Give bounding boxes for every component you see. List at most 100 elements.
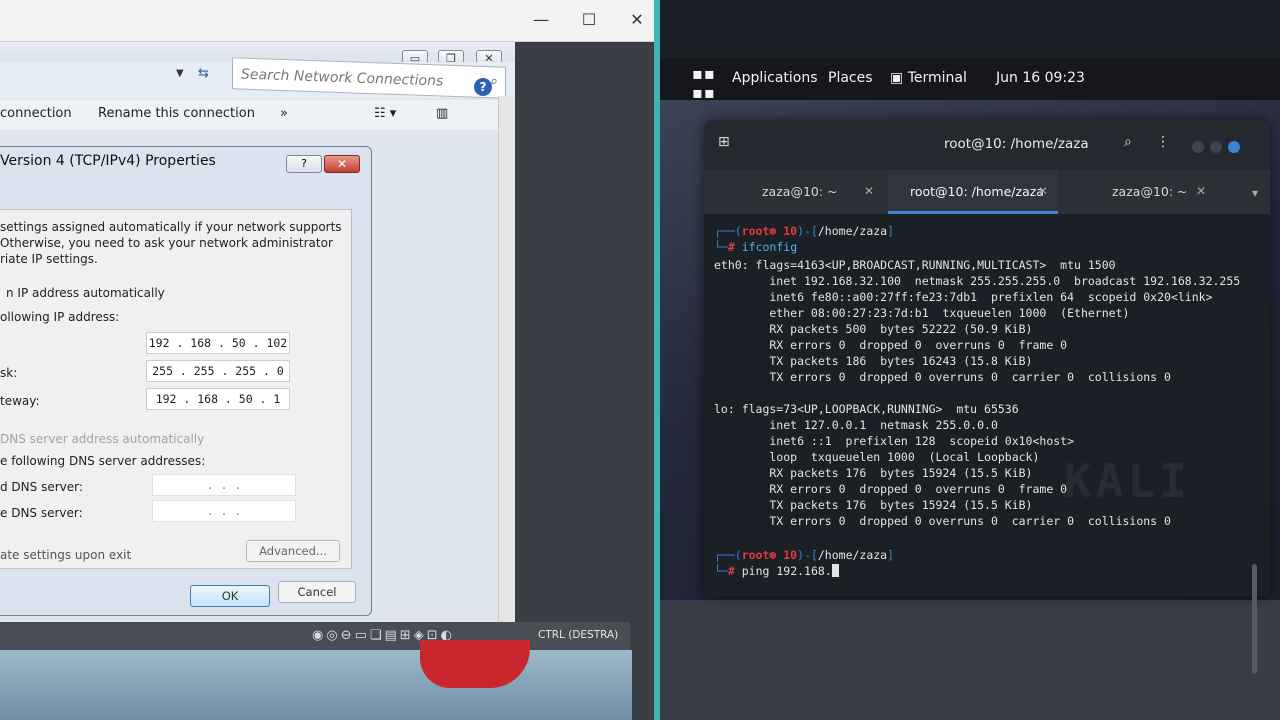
output-line: TX packets 176 bytes 15924 (15.5 KiB): [714, 498, 1033, 512]
terminal-headerbar: ⊞ root@10: /home/zaza ⌕ ⋮: [704, 120, 1270, 170]
use-following-ip-radio[interactable]: ollowing IP address:: [0, 310, 119, 324]
tab-zaza-home[interactable]: zaza@10: ~ ✕: [704, 170, 886, 214]
host-minimize-button[interactable]: —: [528, 8, 554, 32]
maximize-dot-icon[interactable]: [1210, 141, 1222, 153]
obtain-dns-automatically-radio[interactable]: DNS server address automatically: [0, 432, 204, 446]
intro-text-3: riate IP settings.: [0, 252, 98, 266]
output-line: RX packets 500 bytes 52222 (50.9 KiB): [714, 322, 1033, 336]
host-window-titlebar: — ☐ ✕: [0, 0, 660, 42]
terminal-menu[interactable]: ▣ Terminal: [890, 70, 967, 86]
intro-text-1: settings assigned automatically if your …: [0, 220, 342, 234]
close-icon[interactable]: ✕: [1038, 184, 1048, 198]
view-options-icon[interactable]: ☷ ▾: [374, 106, 396, 121]
prompt-path: /home/zaza: [817, 548, 888, 562]
command-ping: ping 192.168.: [741, 564, 832, 578]
output-line: RX packets 176 bytes 15924 (15.5 KiB): [714, 466, 1033, 480]
applications-menu[interactable]: Applications: [732, 70, 818, 86]
ok-button[interactable]: OK: [190, 585, 270, 607]
dialog-help-button[interactable]: ?: [286, 155, 322, 173]
tcp-ipv4-properties-dialog: Version 4 (TCP/IPv4) Properties ? ✕ sett…: [0, 146, 372, 616]
command-ifconfig: ifconfig: [741, 240, 798, 254]
toolbar-connection[interactable]: connection: [0, 106, 72, 121]
default-gateway-label: teway:: [0, 394, 40, 408]
apps-grid-icon[interactable]: ▪▪ ▪▪: [692, 64, 716, 102]
default-gateway-field[interactable]: 192 . 168 . 50 . 1: [146, 388, 290, 410]
advanced-button[interactable]: Advanced...: [246, 540, 340, 562]
window-controls: [1192, 138, 1262, 153]
tabs-dropdown-icon[interactable]: ▾: [1252, 186, 1258, 200]
output-line: TX packets 186 bytes 16243 (15.8 KiB): [714, 354, 1033, 368]
kali-top-panel: ▪▪ ▪▪ Applications Places ▣ Terminal Jun …: [660, 58, 1280, 102]
output-line: inet 127.0.0.1 netmask 255.0.0.0: [714, 418, 998, 432]
output-line: RX errors 0 dropped 0 overruns 0 frame 0: [714, 338, 1068, 352]
tab-zaza-home-2[interactable]: zaza@10: ~ ✕: [1062, 170, 1222, 214]
ip-address-field[interactable]: 192 . 168 . 50 . 102: [146, 332, 290, 354]
host-desktop-background: [0, 650, 632, 720]
close-dot-icon[interactable]: [1228, 141, 1240, 153]
prompt-path: /home/zaza: [817, 224, 888, 238]
preferred-dns-label: d DNS server:: [0, 480, 83, 494]
toolbar-rename-connection[interactable]: Rename this connection: [98, 106, 255, 121]
prompt-user: root⊛ 10: [741, 224, 798, 238]
close-icon[interactable]: ✕: [864, 184, 874, 198]
intro-text-2: Otherwise, you need to ask your network …: [0, 236, 333, 250]
general-tab-panel: settings assigned automatically if your …: [0, 209, 352, 569]
dialog-title: Version 4 (TCP/IPv4) Properties: [0, 153, 216, 169]
output-line: lo: flags=73<UP,LOOPBACK,RUNNING> mtu 65…: [714, 402, 1019, 416]
terminal-tab-bar: zaza@10: ~ ✕ root@10: /home/zaza ✕ zaza@…: [704, 170, 1270, 214]
terminal-menu-label: Terminal: [907, 70, 967, 86]
kali-vm-screen: ▪▪ ▪▪ Applications Places ▣ Terminal Jun …: [660, 0, 1280, 720]
terminal-title: root@10: /home/zaza: [944, 136, 1089, 152]
use-following-dns-radio[interactable]: e following DNS server addresses:: [0, 454, 205, 468]
tab-root-home-zaza[interactable]: root@10: /home/zaza ✕: [888, 170, 1058, 214]
subnet-mask-label: sk:: [0, 366, 18, 380]
output-line: inet 192.168.32.100 netmask 255.255.255.…: [714, 274, 1241, 288]
menu-icon[interactable]: ⋮: [1156, 134, 1170, 150]
search-placeholder: Search Network Connections: [241, 66, 444, 90]
cancel-button[interactable]: Cancel: [278, 581, 356, 603]
network-toolbar: connection Rename this connection » ☷ ▾ …: [0, 100, 515, 130]
tab-label: zaza@10: ~: [1112, 184, 1188, 199]
prompt-user: root⊛ 10: [741, 548, 798, 562]
terminal-output[interactable]: KALI ┌──(root⊛ 10)-[/home/zaza] └─# ifco…: [704, 214, 1270, 674]
text-cursor: [831, 564, 839, 577]
clock[interactable]: Jun 16 09:23: [996, 70, 1085, 86]
terminal-icon: ▣: [890, 70, 904, 86]
output-line: RX errors 0 dropped 0 overruns 0 frame 0: [714, 482, 1068, 496]
prompt-line-2: ┌──(root⊛ 10)-[/home/zaza]: [714, 548, 895, 562]
windows-vm-screen: — ☐ ✕ ▭ ❐ ✕ ▼ ⇆ Search Network Connectio…: [0, 0, 660, 720]
dialog-close-button[interactable]: ✕: [324, 155, 360, 173]
vertical-scrollbar[interactable]: [498, 96, 515, 656]
chevron-down-icon[interactable]: ▼: [176, 68, 184, 79]
help-icon[interactable]: ?: [474, 78, 492, 96]
command-line-1: └─# ifconfig: [714, 240, 798, 254]
host-close-button[interactable]: ✕: [624, 8, 650, 32]
output-line: inet6 ::1 prefixlen 128 scopeid 0x10<hos…: [714, 434, 1075, 448]
subnet-mask-field[interactable]: 255 . 255 . 255 . 0: [146, 360, 290, 382]
preview-pane-icon[interactable]: ▥: [436, 106, 448, 121]
minimize-dot-icon[interactable]: [1192, 141, 1204, 153]
obtain-ip-automatically-radio[interactable]: n IP address automatically: [6, 286, 165, 300]
host-maximize-button[interactable]: ☐: [576, 8, 602, 32]
host-key-label: CTRL (DESTRA): [538, 629, 619, 641]
command-line-2[interactable]: └─# ping 192.168.: [714, 564, 839, 578]
close-icon[interactable]: ✕: [1196, 184, 1206, 198]
tab-label: zaza@10: ~: [762, 184, 838, 199]
new-tab-icon[interactable]: ⊞: [718, 134, 730, 150]
terminal-window: ⊞ root@10: /home/zaza ⌕ ⋮ zaza@10: ~ ✕ r…: [704, 120, 1270, 674]
refresh-icon[interactable]: ⇆: [198, 66, 209, 81]
toolbar-more[interactable]: »: [280, 106, 288, 121]
output-line: loop txqueuelen 1000 (Local Loopback): [714, 450, 1040, 464]
alternate-dns-field[interactable]: . . .: [152, 500, 296, 522]
prompt-line-1: ┌──(root⊛ 10)-[/home/zaza]: [714, 224, 895, 238]
kali-watermark: KALI: [1064, 454, 1191, 508]
kali-desktop-lower: [660, 600, 1280, 720]
places-menu[interactable]: Places: [828, 70, 873, 86]
tab-label: root@10: /home/zaza: [910, 184, 1044, 199]
output-line: TX errors 0 dropped 0 overruns 0 carrier…: [714, 514, 1171, 528]
preferred-dns-field[interactable]: . . .: [152, 474, 296, 496]
terminal-scrollbar[interactable]: [1252, 564, 1257, 674]
search-icon[interactable]: ⌕: [1124, 134, 1132, 150]
output-line: eth0: flags=4163<UP,BROADCAST,RUNNING,MU…: [714, 258, 1116, 272]
validate-settings-checkbox[interactable]: ate settings upon exit: [0, 548, 131, 562]
